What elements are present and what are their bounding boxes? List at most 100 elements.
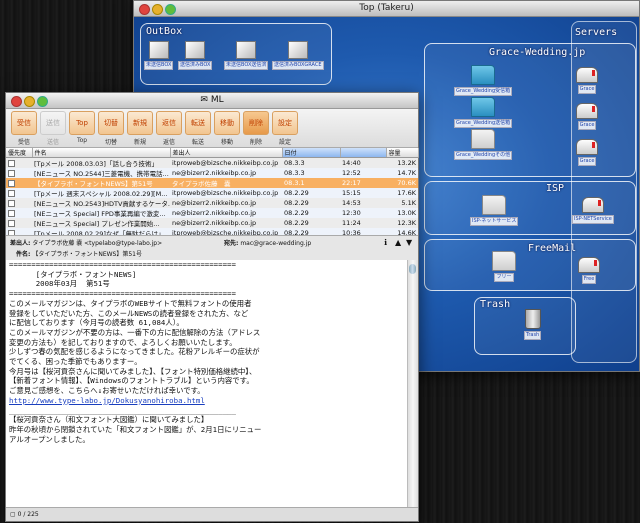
table-row[interactable]: [Tpメール 2008.03.03]「話し合う技術」 itproweb@bizsc… bbox=[6, 158, 418, 169]
outbox-item-2[interactable]: 未送信BOX送信済 bbox=[224, 41, 269, 70]
cell-date: 08.2.29 bbox=[284, 219, 309, 227]
toolbar-forward-button[interactable]: 転送 転送 bbox=[185, 111, 211, 146]
toolbar-settings-button[interactable]: 設定 設定 bbox=[272, 111, 298, 146]
table-row[interactable]: [Tpメール 週末スペシャル 2008.02.29][M... itproweb@… bbox=[6, 188, 418, 198]
close-icon[interactable] bbox=[139, 4, 150, 15]
message-list-header: 優先度 件名 差出人 日付 容量 bbox=[6, 148, 419, 158]
top-icon: Top bbox=[69, 111, 95, 135]
mailbox-icon bbox=[581, 197, 604, 213]
minimize-icon[interactable] bbox=[24, 96, 35, 107]
table-row[interactable]: 【タイプラボ・フォントNEWS】第51号 タイプラボ佐藤 嚢 08.3.1 22:17… bbox=[6, 178, 418, 188]
toolbar-label: 切替 bbox=[104, 139, 117, 146]
toolbar-reply-button[interactable]: 返信 返信 bbox=[156, 111, 182, 146]
cell-subject: [NEニュース NO.2544]三菱電機、携帯電話... bbox=[32, 168, 170, 178]
zoom-icon[interactable] bbox=[165, 4, 176, 15]
body-line: ========================================… bbox=[9, 289, 236, 299]
folder-label: Grace_Weddingその他 bbox=[454, 151, 513, 160]
toolbar-send-button[interactable]: 送信 送信 bbox=[40, 111, 66, 146]
toolbar-new-button[interactable]: 新規 新規 bbox=[127, 111, 153, 146]
table-row[interactable]: [NEニュース Special] FPD事業再編で激変... ne@bizerr2… bbox=[6, 208, 418, 218]
outbox-box-icon bbox=[236, 41, 257, 59]
freemail-server[interactable]: Free bbox=[578, 257, 600, 284]
cell-time: 15:15 bbox=[340, 188, 386, 198]
table-row[interactable]: [NEニュース Special] プレゼン作業開始... ne@bizerr2.n… bbox=[6, 218, 418, 228]
body-line: ========================================… bbox=[9, 260, 236, 269]
ml-window-titlebar[interactable]: ✉ ML bbox=[6, 93, 418, 109]
close-icon[interactable] bbox=[11, 96, 22, 107]
folder-icon bbox=[471, 129, 496, 149]
toolbar-label: 設定 bbox=[278, 139, 291, 146]
server-label: Grace bbox=[577, 85, 597, 94]
isp-folder[interactable]: ISP-ネットサービス bbox=[470, 195, 519, 226]
toolbar-switch-button[interactable]: 切替 切替 bbox=[98, 111, 124, 146]
col-from[interactable]: 差出人 bbox=[170, 148, 283, 158]
scroll-thumb[interactable] bbox=[409, 264, 416, 274]
new-icon: 新規 bbox=[127, 111, 153, 135]
cell-from: タイプラボ佐藤 嚢 bbox=[170, 178, 282, 188]
toolbar-label: 受信 bbox=[17, 139, 30, 146]
grace-server-1[interactable]: Grace bbox=[576, 103, 598, 130]
col-subject[interactable]: 件名 bbox=[32, 148, 171, 158]
info-icon[interactable]: ℹ bbox=[384, 238, 387, 247]
isp-server[interactable]: ISP-NETService bbox=[572, 197, 614, 224]
cell-size: 70.6K bbox=[386, 178, 418, 188]
body-line: 登録をしていただいた方、このメールNEWSの読者登録をされた方、など bbox=[9, 308, 249, 318]
cell-priority bbox=[6, 208, 32, 218]
cell-date: 08.3.1 bbox=[282, 178, 340, 188]
cell-size: 13.2K bbox=[397, 159, 416, 167]
cell-time: 11:24 bbox=[342, 219, 361, 227]
trash-label: Trash bbox=[480, 299, 511, 310]
send-icon: 送信 bbox=[40, 111, 66, 135]
message-body[interactable]: ========================================… bbox=[6, 260, 407, 507]
mail-status-icon bbox=[8, 169, 15, 177]
outbox-item-1[interactable]: 送信済みBOX bbox=[178, 41, 213, 70]
trash-item[interactable]: Trash bbox=[524, 309, 542, 340]
cell-time: 14:53 bbox=[342, 199, 361, 207]
toolbar-move-button[interactable]: 移動 移動 bbox=[214, 111, 240, 146]
grace-server-2[interactable]: Grace bbox=[576, 139, 598, 166]
col-time[interactable] bbox=[340, 148, 387, 158]
header-to: 宛先: mac@grace-wedding.jp bbox=[224, 238, 311, 247]
body-link[interactable]: http://www.type-labo.jp/Dokusyanohiroba.… bbox=[9, 396, 404, 406]
body-scrollbar[interactable] bbox=[407, 260, 418, 507]
col-size[interactable]: 容量 bbox=[386, 148, 419, 158]
mailbox-icon bbox=[576, 67, 598, 83]
mailbox-icon bbox=[576, 139, 598, 155]
outbox-item-0[interactable]: 未送信BOX bbox=[144, 41, 174, 70]
body-line: 【新着フォント情報】、【Windowsのフォントトラブル】という内容です。 bbox=[9, 376, 254, 386]
outbox-item-3[interactable]: 送信済みBOXGRACE bbox=[272, 41, 324, 70]
col-date[interactable]: 日付 bbox=[282, 148, 341, 158]
col-priority[interactable]: 優先度 bbox=[6, 148, 33, 158]
mail-status-icon bbox=[8, 179, 15, 187]
cell-date: 08.3.3 bbox=[284, 159, 305, 167]
cell-date: 08.3.3 bbox=[282, 168, 340, 178]
top-window-titlebar[interactable]: Top (Takeru) bbox=[134, 1, 639, 17]
body-line: ________________________________________… bbox=[9, 405, 236, 415]
toolbar-label: 返信 bbox=[162, 139, 175, 146]
cell-date: 08.2.29 bbox=[284, 199, 309, 207]
grace-folder-2[interactable]: Grace_Weddingその他 bbox=[454, 129, 513, 160]
next-message-icon[interactable]: ▼ bbox=[406, 238, 412, 247]
cell-subject: [NEニュース Special] プレゼン作業開始... bbox=[34, 220, 160, 228]
cell-from: ne@bizerr2.nikkeibp.co.jp bbox=[170, 168, 282, 178]
cell-priority bbox=[6, 158, 32, 169]
toolbar-delete-button[interactable]: 削除 削除 bbox=[243, 111, 269, 146]
to-label: 宛先: bbox=[224, 240, 239, 247]
server-label: Grace bbox=[577, 157, 597, 166]
grace-folder-0[interactable]: Grace_Wedding受信箱 bbox=[454, 65, 513, 96]
grace-folder-1[interactable]: Grace_Wedding送信箱 bbox=[454, 97, 513, 128]
freemail-folder[interactable]: フリー bbox=[492, 251, 516, 282]
from-value[interactable]: タイプラボ佐藤 嚢 <typelabo@type-labo.jp> bbox=[32, 240, 162, 247]
cell-time: 22:17 bbox=[340, 178, 386, 188]
ml-window: ✉ ML 受信 受信 送信 送信 Top Top 切替 切替 新規 新規 返信 … bbox=[5, 92, 419, 522]
minimize-icon[interactable] bbox=[152, 4, 163, 15]
grace-server-0[interactable]: Grace bbox=[576, 67, 598, 94]
prev-message-icon[interactable]: ▲ bbox=[395, 238, 401, 247]
trash-icon bbox=[524, 309, 541, 329]
table-row[interactable]: [NEニュース NO.2543]HDTV貢献するケータ... ne@bizerr2… bbox=[6, 198, 418, 208]
toolbar-top-button[interactable]: Top Top bbox=[69, 111, 95, 144]
cell-from: itproweb@bizsche.nikkeibp.co.jp bbox=[170, 188, 282, 198]
zoom-icon[interactable] bbox=[37, 96, 48, 107]
table-row[interactable]: [NEニュース NO.2544]三菱電機、携帯電話... ne@bizerr2.n… bbox=[6, 168, 418, 178]
toolbar-receive-button[interactable]: 受信 受信 bbox=[11, 111, 37, 146]
